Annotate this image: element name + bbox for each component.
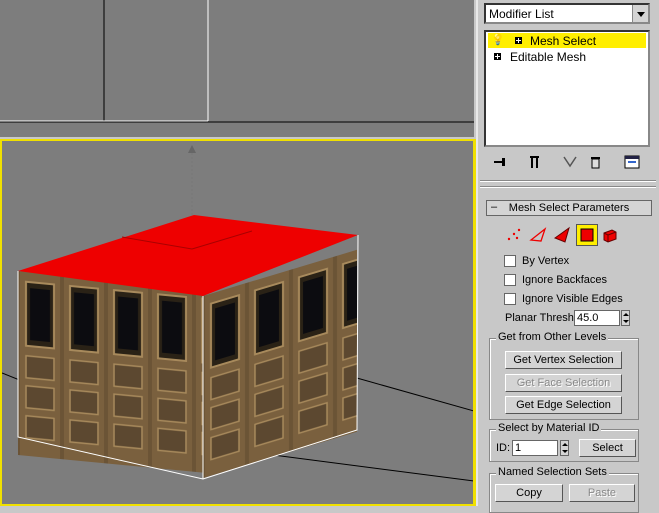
group-title: Named Selection Sets xyxy=(496,466,609,478)
planar-thresh-label: Planar Thresh: xyxy=(505,312,577,324)
copy-button[interactable]: Copy xyxy=(495,484,563,502)
ignore-backfaces-label: Ignore Backfaces xyxy=(522,274,607,286)
top-viewport-canvas xyxy=(0,0,474,123)
top-viewport[interactable] xyxy=(0,0,474,137)
ignore-backfaces-checkbox[interactable] xyxy=(504,274,516,286)
make-unique-icon[interactable] xyxy=(562,154,578,170)
planar-thresh-spinner[interactable] xyxy=(621,310,630,326)
by-vertex-label: By Vertex xyxy=(522,255,570,267)
pin-stack-icon[interactable] xyxy=(492,154,508,170)
stack-item-label: Editable Mesh xyxy=(510,50,587,64)
stack-item-mesh-select[interactable]: 💡 Mesh Select xyxy=(488,33,646,48)
get-vertex-selection-button[interactable]: Get Vertex Selection xyxy=(505,351,622,369)
planar-thresh-input[interactable]: 45.0 xyxy=(574,310,620,326)
remove-modifier-icon[interactable] xyxy=(587,154,603,170)
by-vertex-checkbox[interactable] xyxy=(504,255,516,267)
material-id-spinner[interactable] xyxy=(560,440,569,456)
show-end-result-icon[interactable] xyxy=(527,154,543,170)
vertex-level-icon[interactable] xyxy=(505,226,523,244)
divider xyxy=(480,186,656,188)
polygon-level-icon[interactable] xyxy=(576,224,598,246)
element-level-icon[interactable] xyxy=(601,226,619,244)
stack-item-label: Mesh Select xyxy=(530,34,597,48)
group-title: Select by Material ID xyxy=(496,422,602,434)
ignore-visible-edges-label: Ignore Visible Edges xyxy=(522,293,623,305)
modifier-stack[interactable]: 💡 Mesh Select Editable Mesh xyxy=(484,30,650,147)
id-label: ID: xyxy=(496,442,511,454)
perspective-canvas xyxy=(2,145,473,482)
face-level-icon[interactable] xyxy=(553,226,571,244)
get-edge-selection-button[interactable]: Get Edge Selection xyxy=(505,396,622,414)
edge-level-icon[interactable] xyxy=(529,226,547,244)
material-id-input[interactable]: 1 xyxy=(512,440,558,456)
expand-plus-icon[interactable] xyxy=(494,53,501,60)
ignore-visible-edges-checkbox[interactable] xyxy=(504,293,516,305)
chevron-down-icon[interactable] xyxy=(632,5,648,22)
get-face-selection-button[interactable]: Get Face Selection xyxy=(505,374,622,392)
paste-button[interactable]: Paste xyxy=(569,484,635,502)
select-button[interactable]: Select xyxy=(579,439,636,457)
stack-item-editable-mesh[interactable]: Editable Mesh xyxy=(488,49,646,64)
modifier-list-dropdown[interactable]: Modifier List xyxy=(484,3,650,24)
modifier-list-label: Modifier List xyxy=(489,7,554,21)
group-title: Get from Other Levels xyxy=(496,331,609,343)
divider xyxy=(480,180,656,182)
rollout-title: Mesh Select Parameters xyxy=(508,202,630,214)
perspective-viewport[interactable] xyxy=(0,139,476,506)
mesh-select-parameters-rollout[interactable]: – Mesh Select Parameters xyxy=(486,200,652,216)
expand-plus-icon[interactable] xyxy=(515,37,522,44)
configure-sets-icon[interactable] xyxy=(624,154,640,170)
lightbulb-icon[interactable]: 💡 xyxy=(491,33,505,46)
